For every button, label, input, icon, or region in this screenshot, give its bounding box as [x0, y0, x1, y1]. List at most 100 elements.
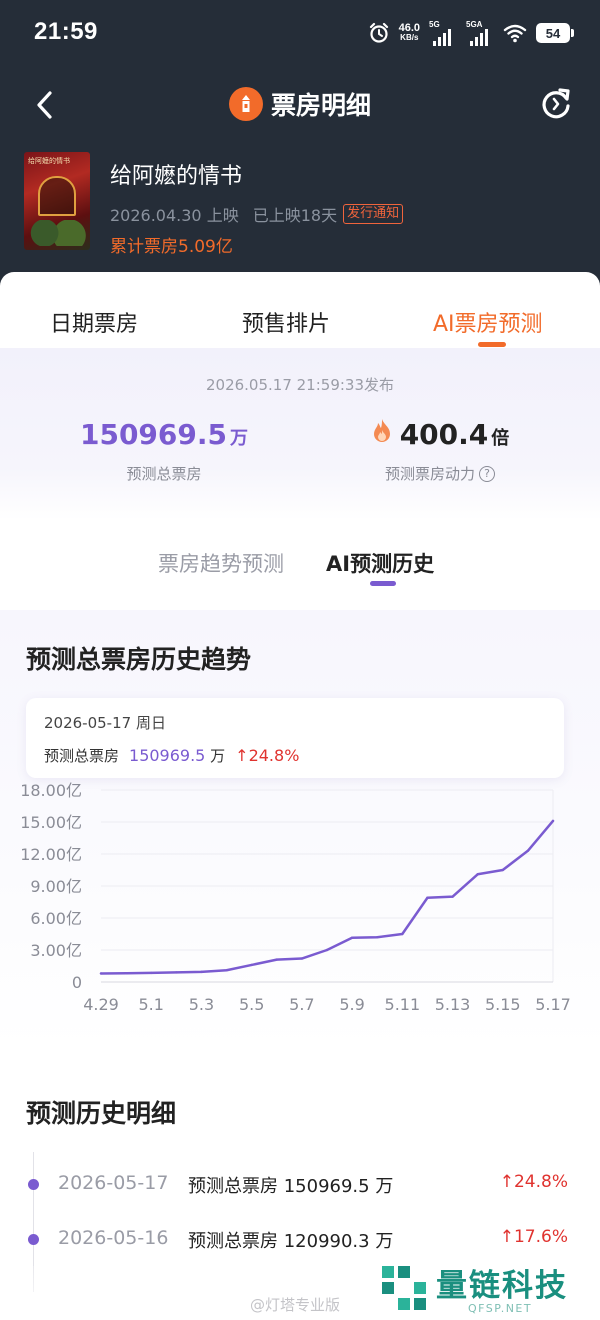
- predicted-total: 150969.5 万: [80, 418, 248, 451]
- up-arrow-icon: ↑: [235, 746, 249, 765]
- x-tick-label: 5.17: [535, 995, 571, 1014]
- brand-logo-icon: [382, 1266, 426, 1310]
- status-icons: 46.0 KB/s 5G 5GA 54: [368, 20, 574, 46]
- timeline-dot: [28, 1234, 39, 1245]
- box-power-value: 400.4: [399, 418, 489, 451]
- x-tick-label: 5.5: [239, 995, 264, 1014]
- subtab-ai-history[interactable]: AI预测历史: [326, 548, 434, 578]
- net-speed-value: 46.0: [398, 22, 420, 34]
- brand-watermark: 量链科技 QFSP.NET: [378, 1258, 600, 1320]
- predicted-total-label: 预测总票房: [126, 465, 202, 483]
- release-notice-tag[interactable]: 发行通知: [343, 204, 404, 224]
- tooltip-value: 150969.5: [129, 746, 206, 765]
- tab-ai-forecast[interactable]: AI票房预测: [433, 306, 543, 338]
- box-power-unit: 倍: [491, 428, 510, 449]
- page-title: 票房明细: [270, 91, 371, 120]
- history-date: 2026-05-16: [58, 1227, 169, 1249]
- tab-bar: 日期票房 预售排片 AI票房预测: [0, 272, 600, 348]
- y-tick-label: 15.00亿: [20, 813, 82, 832]
- y-tick-label: 18.00亿: [20, 781, 82, 800]
- refresh-icon[interactable]: [538, 86, 574, 122]
- history-change: 24.8%: [513, 1172, 568, 1192]
- chart-section: 预测总票房历史趋势 0 3.00亿 6.00亿 9.00亿 12.00亿 15.00亿 18…: [0, 610, 600, 1050]
- history-change: 17.6%: [513, 1227, 568, 1247]
- predicted-total-stat: 150969.5 万 预测总票房: [14, 418, 314, 484]
- data-point: [551, 819, 555, 823]
- data-point: [350, 936, 354, 939]
- help-icon[interactable]: ?: [479, 465, 495, 482]
- data-point: [376, 936, 379, 939]
- net-speed-unit: KB/s: [400, 33, 419, 42]
- movie-meta: 2026.04.30 上映 已上映18天 发行通知: [110, 202, 404, 226]
- nav-title-group: 票房明细: [0, 86, 600, 122]
- data-point: [476, 873, 479, 876]
- timeline-dot: [28, 1179, 39, 1190]
- history-item[interactable]: 2026-05-17 预测总票房 150969.5 万 ↑24.8%: [0, 1172, 600, 1202]
- alarm-icon: [369, 22, 388, 43]
- data-point: [526, 849, 530, 852]
- tooltip-unit: 万: [210, 747, 226, 765]
- tooltip-row: 预测总票房 150969.5 万 ↑24.8%: [44, 745, 299, 766]
- y-tick-label: 0: [72, 973, 82, 992]
- data-point: [175, 971, 178, 974]
- signal-icon-2: 5GA: [466, 20, 494, 46]
- release-date: 2026.04.30 上映: [110, 206, 239, 225]
- logo-icon: [228, 87, 263, 121]
- x-tick-label: 5.3: [189, 995, 214, 1014]
- data-point: [501, 868, 504, 872]
- data-point: [225, 969, 228, 972]
- movie-poster[interactable]: 给阿嬷的情书: [24, 152, 90, 250]
- data-point: [99, 972, 103, 975]
- battery-icon: 54: [536, 23, 574, 43]
- sim1-label: 5G: [429, 20, 440, 29]
- main-card: 日期票房 预售排片 AI票房预测 2026.05.17 21:59:33发布 1…: [0, 272, 600, 1320]
- x-tick-label: 5.1: [138, 995, 163, 1014]
- prediction-summary: 2026.05.17 21:59:33发布 150969.5 万 预测总票房 4…: [0, 348, 600, 520]
- movie-info: 给阿嬷的情书 给阿嬷的情书 2026.04.30 上映 已上映18天 发行通知 …: [24, 152, 584, 257]
- history-section-title: 预测历史明细: [26, 1099, 177, 1128]
- chart-tooltip: 2026-05-17 周日 预测总票房 150969.5 万 ↑24.8%: [26, 698, 564, 778]
- wifi-icon: [503, 24, 527, 43]
- tab-presale[interactable]: 预售排片: [242, 306, 330, 338]
- y-tick-label: 9.00亿: [30, 877, 82, 896]
- poster-title: 给阿嬷的情书: [28, 157, 70, 165]
- data-point: [426, 896, 429, 899]
- up-arrow-icon: ↑: [499, 1227, 514, 1247]
- data-point: [150, 971, 153, 975]
- data-point: [250, 963, 253, 967]
- subtab-trend-forecast[interactable]: 票房趋势预测: [158, 548, 284, 578]
- header-area: 21:59 46.0 KB/s 5G 5GA 54 票房明细 给阿嬷的情书 给阿…: [0, 0, 600, 300]
- box-power: 400.4 倍: [371, 418, 510, 451]
- net-speed: 46.0 KB/s: [399, 23, 420, 43]
- trend-chart[interactable]: 0 3.00亿 6.00亿 9.00亿 12.00亿 15.00亿 18.00亿 4.29 5.…: [0, 770, 600, 1050]
- y-tick-label: 6.00亿: [30, 909, 82, 928]
- up-arrow-icon: ↑: [499, 1172, 514, 1192]
- movie-name: 给阿嬷的情书: [110, 164, 243, 189]
- publish-time: 2026.05.17 21:59:33发布: [205, 376, 395, 394]
- tooltip-label: 预测总票房: [44, 747, 120, 765]
- x-tick-label: 5.7: [289, 995, 314, 1014]
- fire-icon: [373, 419, 390, 442]
- status-time: 21:59: [34, 18, 98, 45]
- chart-section-title: 预测总票房历史趋势: [26, 645, 252, 674]
- data-point: [401, 932, 404, 936]
- brand-url: QFSP.NET: [468, 1302, 533, 1315]
- days-on-screen: 已上映18天: [252, 206, 338, 225]
- status-bar: 21:59 46.0 KB/s 5G 5GA 54: [0, 0, 600, 66]
- history-text: 预测总票房 150969.5 万: [188, 1176, 394, 1197]
- data-point: [200, 970, 203, 974]
- signal-icon: 5G: [429, 20, 457, 46]
- history-date: 2026-05-17: [58, 1172, 169, 1194]
- data-point: [451, 895, 454, 898]
- tab-daily-box[interactable]: 日期票房: [50, 306, 138, 338]
- history-item[interactable]: 2026-05-16 预测总票房 120990.3 万 ↑17.6%: [0, 1227, 600, 1257]
- sim2-label: 5GA: [466, 20, 483, 29]
- tab-indicator: [478, 342, 506, 347]
- box-power-label: 预测票房动力: [384, 465, 475, 483]
- x-tick-label: 5.15: [485, 995, 521, 1014]
- x-tick-label: 4.29: [83, 995, 119, 1014]
- predicted-total-unit: 万: [230, 428, 248, 449]
- data-point: [300, 957, 304, 960]
- box-power-stat: 400.4 倍 预测票房动力 ?: [290, 418, 590, 484]
- x-tick-label: 5.13: [435, 995, 471, 1014]
